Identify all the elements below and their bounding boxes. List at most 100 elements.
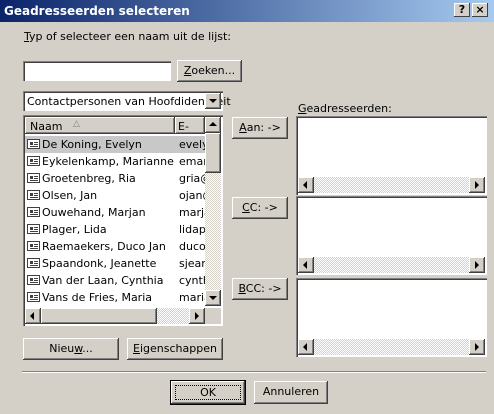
to-button-accesskey: A [239,121,247,134]
new-contact-label-b: ... [82,342,93,355]
contact-card-icon [27,139,40,149]
contact-card-icon [27,224,40,234]
help-button[interactable]: ? [454,3,470,17]
arrow-left-icon [303,261,307,269]
contact-card-icon [27,258,40,268]
new-contact-label-a: Nieu [49,342,75,355]
scroll-up-button[interactable] [205,117,221,133]
contact-email: cynth [179,274,205,287]
contact-name: Spaandonk, Jeanette [42,257,157,270]
bcc-button-label: CC: -> [245,282,282,295]
contact-card-icon [27,292,40,302]
find-button-label: oeken... [191,64,236,77]
horizontal-scrollbar-thumb[interactable] [41,308,157,324]
addressbook-select[interactable]: Contactpersonen van Hoofdidentiteit [23,91,231,111]
scroll-down-button[interactable] [205,290,221,306]
addressbook-dropdown-button[interactable] [205,93,221,109]
search-label-text: yp of selecteer een naam uit de lijst: [29,30,232,43]
arrow-left-icon [30,312,34,320]
contact-email: emar [179,155,205,168]
list-item[interactable]: Plager, Lida lidap [25,221,205,238]
contact-card-icon [27,275,40,285]
contact-name: Plager, Lida [42,223,107,236]
to-scrollbar-track[interactable] [314,177,469,193]
find-button[interactable]: Zoeken... [177,60,242,82]
contact-email: maria [179,291,205,304]
contact-email: marja [179,206,205,219]
contacts-list[interactable]: Naam △ E-ma De Koning, Evelyn evely Eykel… [23,115,223,326]
cc-scroll-left-button[interactable] [298,257,314,273]
contact-card-icon [27,156,40,166]
contact-card-icon [27,173,40,183]
cc-scrollbar-track[interactable] [314,257,469,273]
to-scroll-right-button[interactable] [469,177,485,193]
new-contact-button[interactable]: Nieuw... [23,338,119,360]
search-input[interactable] [23,61,171,81]
search-label: Typ of selecteer een naam uit de lijst: [24,30,231,43]
contact-name: De Koning, Evelyn [42,138,142,151]
to-button[interactable]: Aan: -> [232,117,288,139]
list-item[interactable]: Spaandonk, Jeanette sjean [25,255,205,272]
arrow-right-icon [475,261,479,269]
list-item[interactable]: Van der Laan, Cynthia cynth [25,272,205,289]
bcc-button-accesskey: B [238,282,246,295]
column-header-email[interactable]: E-ma [175,117,205,134]
bcc-scroll-left-button[interactable] [298,339,314,355]
scroll-right-button[interactable] [189,308,205,324]
cc-scroll-right-button[interactable] [469,257,485,273]
list-item[interactable]: Ouwehand, Marjan marja [25,204,205,221]
close-button[interactable]: × [472,3,488,17]
sort-ascending-icon: △ [73,119,80,129]
recipients-label-text: eadresseerden: [306,102,392,115]
contact-name: Van der Laan, Cynthia [42,274,164,287]
column-header-name[interactable]: Naam △ [25,117,175,134]
contact-name: Eykelenkamp, Marianne [42,155,174,168]
cancel-button[interactable]: Annuleren [254,381,328,404]
ok-button[interactable]: OK [171,381,245,404]
arrow-right-icon [475,181,479,189]
scroll-left-button[interactable] [25,308,41,324]
list-item[interactable]: Raemaekers, Duco Jan duco [25,238,205,255]
arrow-right-icon [195,312,199,320]
contact-name: Raemaekers, Duco Jan [42,240,166,253]
cc-recipients-list[interactable] [296,196,487,275]
list-item[interactable]: Eykelenkamp, Marianne emar [25,153,205,170]
list-item[interactable]: Vans de Fries, Maria maria [25,289,205,306]
properties-button[interactable]: Eigenschappen [127,338,223,360]
cc-button-accesskey: C [242,201,250,214]
arrow-up-icon [209,122,217,126]
to-recipients-list[interactable] [296,116,487,195]
list-item[interactable]: Groetenbreg, Ria gria@ [25,170,205,187]
bcc-button[interactable]: BCC: -> [232,278,288,300]
contact-email: evely [179,138,205,151]
separator-light [22,372,486,373]
contact-card-icon [27,207,40,217]
contacts-rows: De Koning, Evelyn evely Eykelenkamp, Mari… [25,136,205,308]
to-scroll-left-button[interactable] [298,177,314,193]
contact-email: ojan@ [179,189,205,202]
bcc-scroll-right-button[interactable] [469,339,485,355]
contact-email: sjean [179,257,205,270]
ok-label: OK [175,385,241,400]
contact-name: Ouwehand, Marjan [42,206,146,219]
scrollbar-corner [205,308,221,324]
properties-label: igenschappen [139,342,217,355]
list-item[interactable]: De Koning, Evelyn evely [25,136,205,153]
to-button-label: an: -> [246,121,281,134]
bcc-scrollbar-track[interactable] [314,339,469,355]
arrow-left-icon [303,343,307,351]
chevron-down-icon [209,99,217,103]
vertical-scrollbar-thumb[interactable] [205,133,221,173]
window-title: Geadresseerden selecteren [4,4,190,18]
column-header-name-label: Naam [30,120,63,133]
title-bar: Geadresseerden selecteren ? × [0,0,494,22]
bcc-recipients-list[interactable] [296,278,487,357]
contact-name: Olsen, Jan [42,189,98,202]
list-item[interactable]: Olsen, Jan ojan@ [25,187,205,204]
arrow-down-icon [209,296,217,300]
contact-name: Vans de Fries, Maria [42,291,153,304]
arrow-right-icon [475,343,479,351]
contact-email: gria@ [179,172,205,185]
recipients-label-accesskey: G [298,102,307,115]
cc-button[interactable]: CC: -> [232,197,288,219]
